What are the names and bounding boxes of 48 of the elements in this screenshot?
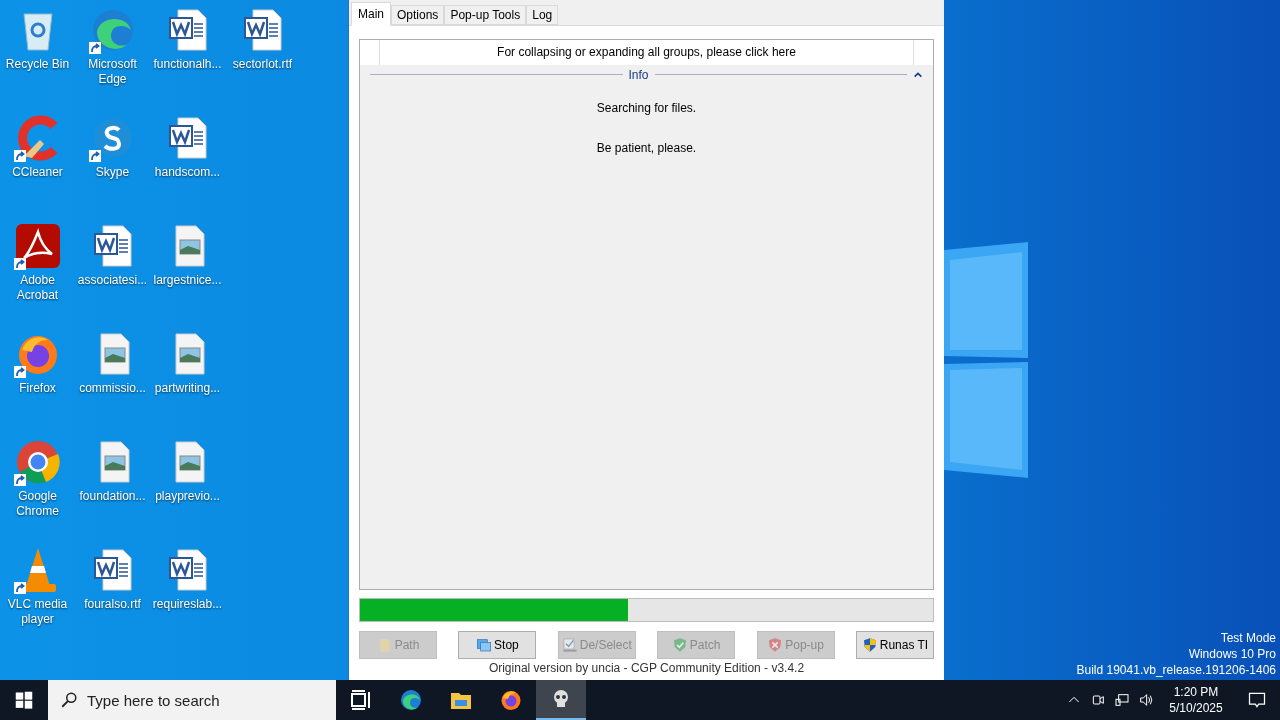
- firefox-icon: [499, 688, 523, 712]
- camera-icon[interactable]: [1090, 692, 1106, 708]
- icon-label[interactable]: sectorlot.rtf: [225, 57, 300, 72]
- watermark-text: Test Mode: [1220, 630, 1276, 646]
- search-icon: [60, 691, 78, 709]
- icon-label[interactable]: Google Chrome: [0, 489, 75, 519]
- icon-label[interactable]: associatesi...: [75, 273, 150, 288]
- icon-label[interactable]: largestnice...: [150, 273, 225, 288]
- action-button[interactable]: Runas TI: [855, 631, 934, 659]
- clock[interactable]: 1:20 PM 5/10/2025: [1158, 680, 1234, 720]
- icon-label[interactable]: playprevio...: [150, 489, 225, 504]
- network-icon[interactable]: [1114, 692, 1130, 708]
- shield-icon: [861, 637, 878, 653]
- icon-label[interactable]: VLC media player: [0, 597, 75, 627]
- tab[interactable]: Log: [526, 4, 559, 25]
- icon-label[interactable]: Microsoft Edge: [75, 57, 150, 87]
- icon-label[interactable]: handscom...: [150, 165, 225, 180]
- icon-label[interactable]: Adobe Acrobat: [0, 273, 75, 303]
- search-field[interactable]: Type here to search: [48, 680, 336, 720]
- info-text: Be patient, please.: [596, 139, 697, 156]
- checkbox-icon: [561, 637, 578, 653]
- watermark-text: Build 19041.vb_release.191206-1406: [1076, 662, 1276, 678]
- section-title: Info: [628, 66, 649, 84]
- icon-label[interactable]: requireslab...: [150, 597, 225, 612]
- notification-icon[interactable]: [1247, 690, 1267, 710]
- edge-browser-icon: [399, 688, 423, 712]
- icon-label[interactable]: Skype: [75, 165, 150, 180]
- icon-label[interactable]: Recycle Bin: [0, 57, 75, 72]
- icon-label[interactable]: commissio...: [75, 381, 150, 396]
- icon-label[interactable]: fouralso.rtf: [75, 597, 150, 612]
- tab[interactable]: Main: [351, 1, 391, 26]
- tab[interactable]: Pop-up Tools: [444, 4, 527, 25]
- speaker-icon[interactable]: [1138, 692, 1154, 708]
- info-text: Searching for files.: [596, 99, 697, 116]
- icon-label[interactable]: CCleaner: [0, 165, 75, 180]
- icon-label[interactable]: Firefox: [0, 381, 75, 396]
- icon-label[interactable]: functionalh...: [150, 57, 225, 72]
- tab[interactable]: Options: [391, 4, 445, 25]
- version-text: Original version by uncia - CGP Community Edition - v3.4.2: [488, 660, 805, 677]
- windows-logo-icon: [15, 691, 33, 709]
- check-shield-icon: [671, 637, 688, 653]
- icon-label[interactable]: partwriting...: [150, 381, 225, 396]
- watermark-text: Windows 10 Pro: [1188, 646, 1276, 662]
- cross-shield-icon: [767, 637, 784, 653]
- task-view-icon: [349, 688, 373, 712]
- icon-label[interactable]: foundation...: [75, 489, 150, 504]
- taskbar-app[interactable]: [536, 680, 586, 720]
- action-button[interactable]: Stop: [458, 631, 537, 659]
